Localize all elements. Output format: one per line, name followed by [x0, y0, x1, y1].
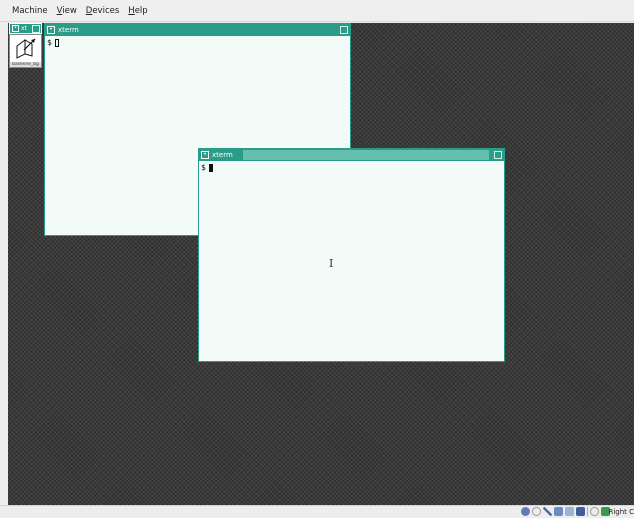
shell-prompt: $ — [201, 163, 206, 172]
iconified-window[interactable]: baseline_bg — [9, 34, 42, 68]
usb-icon[interactable] — [543, 507, 552, 516]
menu-help[interactable]: Help — [128, 6, 147, 16]
iconify-icon[interactable]: • — [201, 151, 209, 159]
window-titlebar[interactable]: • xterm — [199, 149, 504, 161]
iconify-icon[interactable]: • — [47, 26, 55, 34]
icon-manager-title: xt — [21, 25, 27, 32]
host-key-label: Right C — [608, 508, 634, 516]
window-titlebar[interactable]: • xterm — [45, 24, 350, 36]
display-icon[interactable] — [576, 507, 585, 516]
hard-disk-icon[interactable] — [521, 507, 530, 516]
window-title: xterm — [212, 151, 233, 159]
terminal-area[interactable]: $ — [199, 161, 504, 172]
separator — [587, 507, 588, 516]
icon-manager-titlebar[interactable]: • xt — [9, 23, 42, 34]
xterm-window-2[interactable]: • xterm $ — [198, 148, 505, 362]
device-indicators — [521, 507, 610, 516]
shared-folder-icon[interactable] — [565, 507, 574, 516]
menu-devices[interactable]: Devices — [86, 6, 120, 16]
text-cursor — [54, 38, 59, 47]
iconify-icon[interactable]: • — [12, 25, 19, 32]
shell-prompt: $ — [47, 38, 52, 47]
titlebar-highlight — [243, 150, 489, 160]
terminal-area[interactable]: $ — [45, 36, 350, 47]
optical-drive-icon[interactable] — [532, 507, 541, 516]
resize-icon[interactable] — [494, 151, 502, 159]
icon-manager: • xt baseline_bg — [9, 23, 42, 69]
menubar: Machine View Devices Help — [0, 0, 634, 22]
menu-view[interactable]: View — [57, 6, 77, 16]
ibeam-pointer-icon: I — [329, 257, 334, 270]
statusbar: Right C — [0, 505, 634, 518]
network-icon[interactable] — [554, 507, 563, 516]
menu-machine[interactable]: Machine — [12, 6, 48, 16]
resize-icon[interactable] — [32, 24, 40, 33]
xterm-icon — [16, 38, 36, 59]
resize-icon[interactable] — [340, 26, 348, 34]
icon-label: baseline_bg — [10, 62, 41, 67]
mouse-integration-icon[interactable] — [590, 507, 599, 516]
text-cursor — [208, 163, 213, 172]
window-title: xterm — [58, 26, 79, 34]
